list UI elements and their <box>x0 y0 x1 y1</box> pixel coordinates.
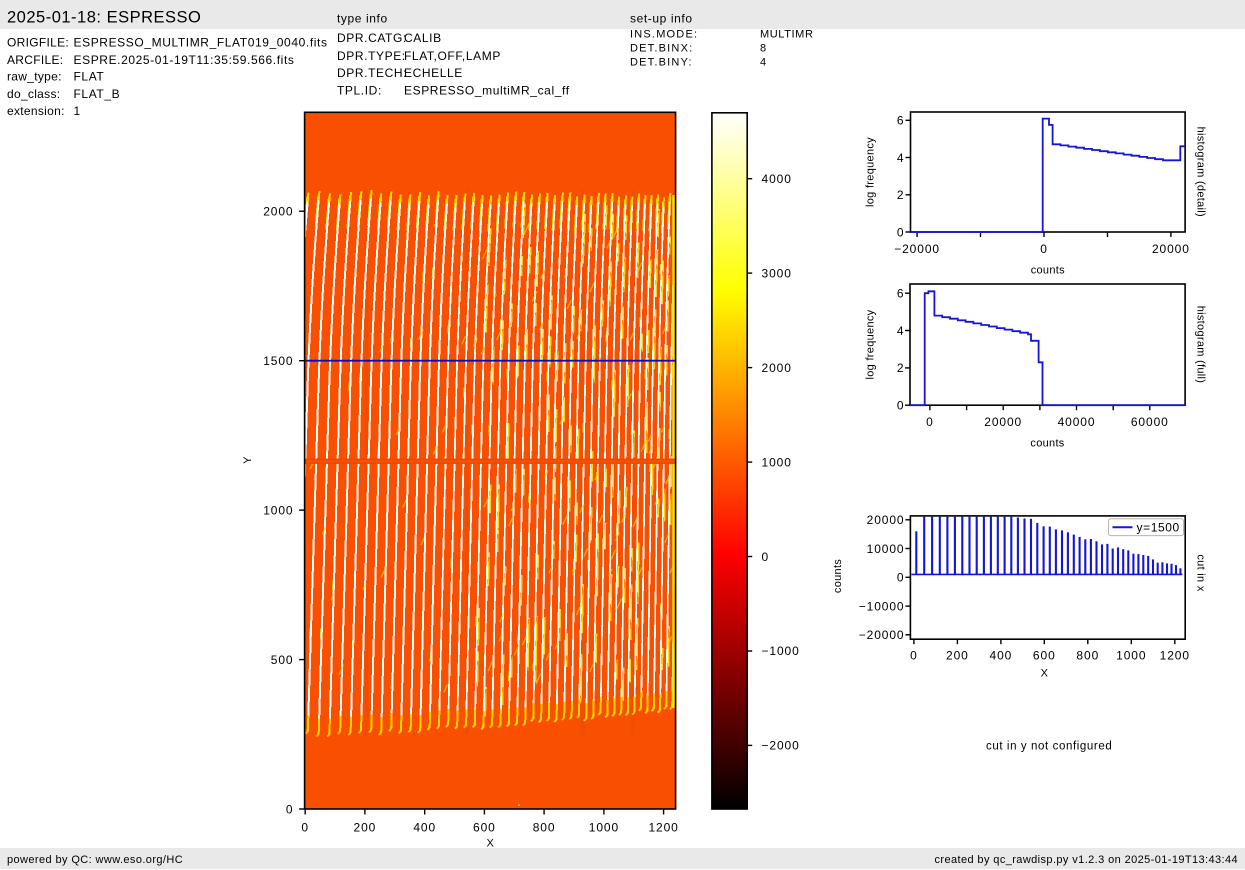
svg-text:1000: 1000 <box>263 503 293 517</box>
svg-text:histogram (full): histogram (full) <box>1195 306 1207 384</box>
svg-text:−2000: −2000 <box>762 739 800 753</box>
svg-text:60000: 60000 <box>1131 415 1169 429</box>
svg-text:y=1500: y=1500 <box>1137 521 1180 535</box>
svg-text:log frequency: log frequency <box>865 137 877 207</box>
svg-text:cut in x: cut in x <box>1195 554 1207 591</box>
svg-text:500: 500 <box>271 653 294 667</box>
svg-text:ESPRESSO_multiMR_cal_ff: ESPRESSO_multiMR_cal_ff <box>404 84 570 98</box>
svg-text:0: 0 <box>897 399 905 413</box>
svg-text:1200: 1200 <box>1160 649 1190 663</box>
svg-text:20000: 20000 <box>1152 242 1190 256</box>
svg-text:1500: 1500 <box>263 354 293 368</box>
svg-text:400: 400 <box>413 821 436 835</box>
svg-text:800: 800 <box>1076 649 1099 663</box>
svg-text:−20000: −20000 <box>894 242 940 256</box>
svg-text:800: 800 <box>533 821 556 835</box>
svg-text:0: 0 <box>286 802 294 816</box>
svg-text:DPR.TECH:: DPR.TECH: <box>337 66 407 80</box>
svg-text:20000: 20000 <box>867 513 905 527</box>
svg-text:−1000: −1000 <box>762 644 800 658</box>
svg-text:0: 0 <box>910 649 918 663</box>
svg-text:INS.MODE:: INS.MODE: <box>630 29 698 41</box>
svg-text:cut in y not configured: cut in y not configured <box>986 741 1112 753</box>
svg-text:log frequency: log frequency <box>865 309 877 379</box>
svg-text:created by qc_rawdisp.py v1.2.: created by qc_rawdisp.py v1.2.3 on 2025-… <box>934 854 1238 866</box>
svg-text:MULTIMR: MULTIMR <box>760 29 814 41</box>
svg-text:X: X <box>1041 668 1049 680</box>
svg-text:2025-01-18: ESPRESSO: 2025-01-18: ESPRESSO <box>7 9 201 27</box>
svg-text:FLAT: FLAT <box>74 70 105 84</box>
svg-text:200: 200 <box>946 649 969 663</box>
svg-text:600: 600 <box>1033 649 1056 663</box>
svg-text:raw_type:: raw_type: <box>7 70 62 84</box>
svg-text:Y: Y <box>242 456 254 464</box>
svg-text:ECHELLE: ECHELLE <box>404 66 463 80</box>
svg-text:−20000: −20000 <box>859 628 905 642</box>
svg-text:histogram (detail): histogram (detail) <box>1195 127 1207 217</box>
svg-text:20000: 20000 <box>984 415 1022 429</box>
svg-text:0: 0 <box>897 225 905 239</box>
svg-text:400: 400 <box>990 649 1013 663</box>
svg-text:ESPRESSO_MULTIMR_FLAT019_0040.: ESPRESSO_MULTIMR_FLAT019_0040.fits <box>74 35 328 49</box>
svg-text:FLAT_B: FLAT_B <box>74 87 121 101</box>
svg-text:FLAT,OFF,LAMP: FLAT,OFF,LAMP <box>404 49 501 63</box>
svg-text:do_class:: do_class: <box>7 87 60 101</box>
svg-text:4000: 4000 <box>762 172 792 186</box>
svg-text:1000: 1000 <box>589 821 619 835</box>
svg-text:ORIGFILE:: ORIGFILE: <box>7 35 69 49</box>
svg-text:counts: counts <box>1031 265 1065 277</box>
svg-text:0: 0 <box>301 821 309 835</box>
svg-text:−10000: −10000 <box>859 599 905 613</box>
svg-text:2000: 2000 <box>762 361 792 375</box>
svg-text:counts: counts <box>832 559 844 593</box>
svg-text:type info: type info <box>337 11 388 25</box>
svg-text:6: 6 <box>897 114 905 128</box>
svg-text:0: 0 <box>1040 242 1048 256</box>
svg-text:DPR.CATG:: DPR.CATG: <box>337 31 407 45</box>
svg-text:40000: 40000 <box>1058 415 1096 429</box>
svg-text:DET.BINX:: DET.BINX: <box>630 43 693 55</box>
svg-text:600: 600 <box>473 821 496 835</box>
svg-text:2: 2 <box>897 361 905 375</box>
svg-text:8: 8 <box>760 43 767 55</box>
svg-text:10000: 10000 <box>867 542 905 556</box>
svg-text:1200: 1200 <box>648 821 678 835</box>
svg-text:0: 0 <box>762 550 770 564</box>
svg-text:TPL.ID:: TPL.ID: <box>337 84 382 98</box>
svg-text:counts: counts <box>1030 438 1064 450</box>
svg-text:1: 1 <box>74 104 81 118</box>
svg-text:set-up info: set-up info <box>630 11 693 25</box>
svg-text:X: X <box>486 838 494 850</box>
svg-text:CALIB: CALIB <box>404 31 442 45</box>
svg-text:1000: 1000 <box>1116 649 1146 663</box>
svg-text:4: 4 <box>760 56 767 68</box>
svg-text:DPR.TYPE:: DPR.TYPE: <box>337 49 406 63</box>
svg-text:4: 4 <box>897 151 905 165</box>
svg-text:200: 200 <box>354 821 377 835</box>
svg-text:DET.BINY:: DET.BINY: <box>630 56 693 68</box>
svg-text:4: 4 <box>897 324 905 338</box>
svg-text:ARCFILE:: ARCFILE: <box>7 53 63 67</box>
svg-text:0: 0 <box>897 571 905 585</box>
svg-text:6: 6 <box>897 287 905 301</box>
svg-text:ESPRE.2025-01-19T11:35:59.566.: ESPRE.2025-01-19T11:35:59.566.fits <box>74 53 295 67</box>
svg-text:0: 0 <box>926 415 934 429</box>
svg-text:2000: 2000 <box>263 205 293 219</box>
svg-text:extension:: extension: <box>7 104 65 118</box>
svg-text:3000: 3000 <box>762 266 792 280</box>
svg-text:powered by QC: www.eso.org/HC: powered by QC: www.eso.org/HC <box>7 854 183 866</box>
svg-text:1000: 1000 <box>762 455 792 469</box>
svg-text:2: 2 <box>897 188 905 202</box>
